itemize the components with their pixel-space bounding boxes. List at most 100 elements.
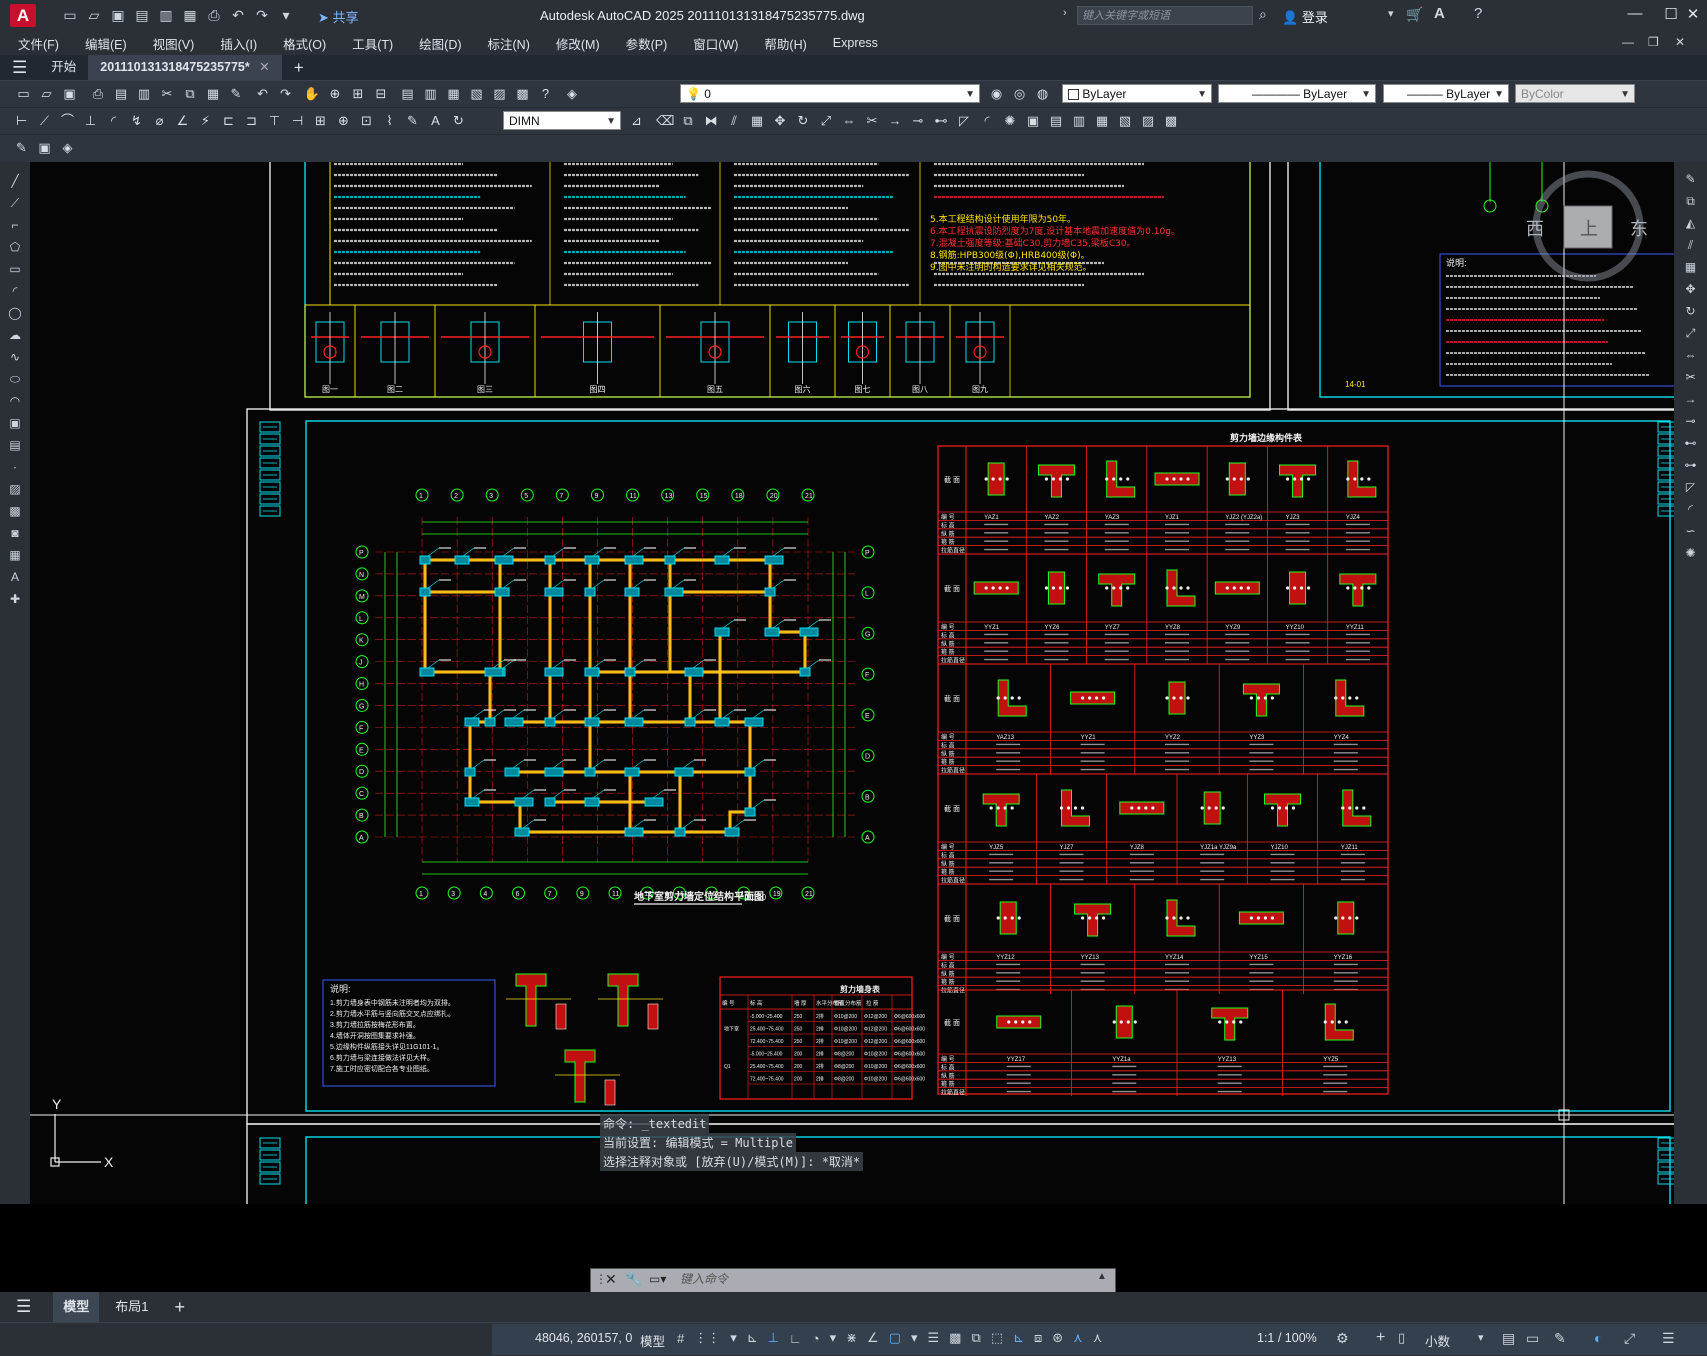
stretch-icon[interactable]: ⇔ xyxy=(840,112,858,130)
explode-icon[interactable]: ✺ xyxy=(1001,112,1019,130)
lineweight-icon[interactable]: ☰ xyxy=(928,1330,940,1346)
annotation-scale[interactable]: 1:1 / 100% xyxy=(1257,1331,1317,1345)
snap-dropdown-icon[interactable]: ▾ xyxy=(730,1330,737,1346)
match-prop-icon[interactable]: ✎ xyxy=(227,85,245,103)
osnap-dropdown-icon[interactable]: ▾ xyxy=(911,1330,918,1346)
make-current-icon[interactable]: ◉ xyxy=(988,85,1006,103)
doc-restore-icon[interactable]: ❐ xyxy=(1648,35,1659,49)
construction-line-icon[interactable]: ⟋ xyxy=(6,194,24,212)
quick-dim-icon[interactable]: ⚡ xyxy=(197,112,215,130)
dim-ordinate-icon[interactable]: ⊥ xyxy=(82,112,100,130)
r-trim-icon[interactable]: ✂ xyxy=(1682,368,1700,386)
menu-parametric[interactable]: 参数(P) xyxy=(626,34,668,53)
new-icon[interactable]: ▭ xyxy=(62,7,78,23)
isodraft-icon[interactable]: ⋇ xyxy=(846,1330,857,1346)
layer-previous-icon[interactable]: ◎ xyxy=(1011,85,1029,103)
quick-properties-icon[interactable]: ▤ xyxy=(1502,1330,1515,1347)
mirror-icon[interactable]: ⧓ xyxy=(702,112,720,130)
dim-space-icon[interactable]: ⊤ xyxy=(266,112,284,130)
dim-edit-icon[interactable]: ✎ xyxy=(404,112,422,130)
menu-tools[interactable]: 工具(T) xyxy=(352,34,393,53)
tab-drawing[interactable]: 20111013131847523577​5* ✕ xyxy=(88,55,282,80)
snap-icon[interactable]: ⋮⋮ xyxy=(694,1330,720,1346)
dimstyle-dropdown[interactable]: DIMN ▼ xyxy=(503,111,621,130)
clean-screen-icon[interactable]: ⤢ xyxy=(1624,1330,1635,1347)
print-icon[interactable]: ⎙ xyxy=(89,85,107,103)
search-expand-icon[interactable]: › xyxy=(1063,7,1067,19)
hardware-accel-icon[interactable]: ◐ xyxy=(1594,1330,1602,1346)
extend-icon[interactable]: → xyxy=(886,112,904,130)
coordinates-display[interactable]: 48046, 260157, 0 xyxy=(535,1331,632,1345)
close-icon[interactable]: ✕ xyxy=(1675,5,1707,25)
layout-menu-icon[interactable]: ☰ xyxy=(6,1292,41,1322)
drawing-canvas[interactable]: 5.本工程结构设计使用年限为50年。 6.本工程抗震设防烈度为7度,设计基本地震… xyxy=(30,162,1674,1204)
menu-modify[interactable]: 修改(M) xyxy=(556,34,600,53)
r-join-icon[interactable]: ⊶ xyxy=(1682,456,1700,474)
r-rotate-icon[interactable]: ↻ xyxy=(1682,302,1700,320)
polar-dropdown-icon[interactable]: ▾ xyxy=(830,1330,837,1346)
r-mirror-icon[interactable]: ◭ xyxy=(1682,214,1700,232)
insert-block-icon[interactable]: ▣ xyxy=(6,414,24,432)
menu-view[interactable]: 视图(V) xyxy=(153,34,195,53)
publish-icon[interactable]: ▥ xyxy=(135,85,153,103)
dim-radius-icon[interactable]: ◜ xyxy=(105,112,123,130)
grid-icon[interactable]: # xyxy=(677,1331,684,1346)
doc-minimize-icon[interactable]: — xyxy=(1622,35,1634,49)
line-icon[interactable]: ╱ xyxy=(6,172,24,190)
r-scale-icon[interactable]: ⤢ xyxy=(1682,324,1700,342)
polar-icon[interactable]: ◔ xyxy=(812,1331,820,1346)
viewcube-west-label[interactable]: 西 xyxy=(1526,219,1544,239)
xref-icon[interactable]: ▧ xyxy=(1116,112,1134,130)
menu-dimension[interactable]: 标注(N) xyxy=(488,34,530,53)
move-icon[interactable]: ✥ xyxy=(771,112,789,130)
dim-angular-icon[interactable]: ∠ xyxy=(174,112,192,130)
qnew-icon[interactable]: ▭ xyxy=(15,85,33,103)
selection-cycling-icon[interactable]: ⧉ xyxy=(971,1330,980,1346)
dynamic-input-icon[interactable]: ⊥ xyxy=(768,1330,779,1346)
cmd-recent-icon[interactable]: ▭▾ xyxy=(649,1272,666,1286)
rotate-icon[interactable]: ↻ xyxy=(794,112,812,130)
login-dropdown-icon[interactable]: ▾ xyxy=(1388,7,1394,20)
lock-ui-icon[interactable]: ▭ xyxy=(1526,1330,1539,1347)
open-file-icon[interactable]: ▱ xyxy=(38,85,56,103)
spline-icon[interactable]: ∿ xyxy=(6,348,24,366)
login-button[interactable]: 👤 登录 xyxy=(1282,7,1328,26)
trim-icon[interactable]: ✂ xyxy=(863,112,881,130)
preview-icon[interactable]: ▤ xyxy=(112,85,130,103)
lineweight-dropdown[interactable]: ——— ByLayer ▼ xyxy=(1383,84,1509,103)
dim-update-icon[interactable]: ↻ xyxy=(450,112,468,130)
r-move-icon[interactable]: ✥ xyxy=(1682,280,1700,298)
selection-filter-icon[interactable]: ⧈ xyxy=(1034,1330,1042,1346)
point-icon[interactable]: ∙ xyxy=(6,458,24,476)
block-insert-icon[interactable]: ▣ xyxy=(1024,112,1042,130)
ortho-icon[interactable]: ∟ xyxy=(789,1331,802,1346)
jogged-linear-icon[interactable]: ⌇ xyxy=(381,112,399,130)
markup-icon[interactable]: ▨ xyxy=(491,85,509,103)
cmd-close-icon[interactable]: ✕ xyxy=(605,1271,617,1288)
dim-baseline-icon[interactable]: ⊏ xyxy=(220,112,238,130)
attribute-icon[interactable]: ▥ xyxy=(1070,112,1088,130)
menu-window[interactable]: 窗口(W) xyxy=(693,34,738,53)
design-center-icon[interactable]: ▥ xyxy=(422,85,440,103)
menu-express[interactable]: Express xyxy=(833,36,878,50)
layer-state-icon[interactable]: ◍ xyxy=(1034,85,1052,103)
search-input[interactable]: 键入关键字或短语 xyxy=(1077,6,1253,25)
dim-jogged-icon[interactable]: ↯ xyxy=(128,112,146,130)
menu-insert[interactable]: 插入(I) xyxy=(220,34,257,53)
dim-diameter-icon[interactable]: ⌀ xyxy=(151,112,169,130)
zoom-previous-icon[interactable]: ⊟ xyxy=(372,85,390,103)
copy-icon[interactable]: ⧉ xyxy=(181,85,199,103)
autocad-logo-icon[interactable]: A xyxy=(10,4,36,27)
copy-obj-icon[interactable]: ⧉ xyxy=(679,112,697,130)
menu-hamburger-icon[interactable]: ☰ xyxy=(0,55,39,80)
auto-scale-icon[interactable]: ⋏ xyxy=(1093,1330,1103,1346)
viewcube-east-label[interactable]: 东 xyxy=(1630,219,1648,239)
inspection-icon[interactable]: ⊡ xyxy=(358,112,376,130)
r-explode-icon[interactable]: ✺ xyxy=(1682,544,1700,562)
layer-dropdown[interactable]: 💡 0 ▼ xyxy=(680,84,980,103)
menu-format[interactable]: 格式(O) xyxy=(283,34,326,53)
minimize-icon[interactable]: — xyxy=(1617,5,1653,25)
polygon-icon[interactable]: ⬠ xyxy=(6,238,24,256)
revcloud-icon[interactable]: ☁ xyxy=(6,326,24,344)
block-create-icon[interactable]: ▤ xyxy=(1047,112,1065,130)
